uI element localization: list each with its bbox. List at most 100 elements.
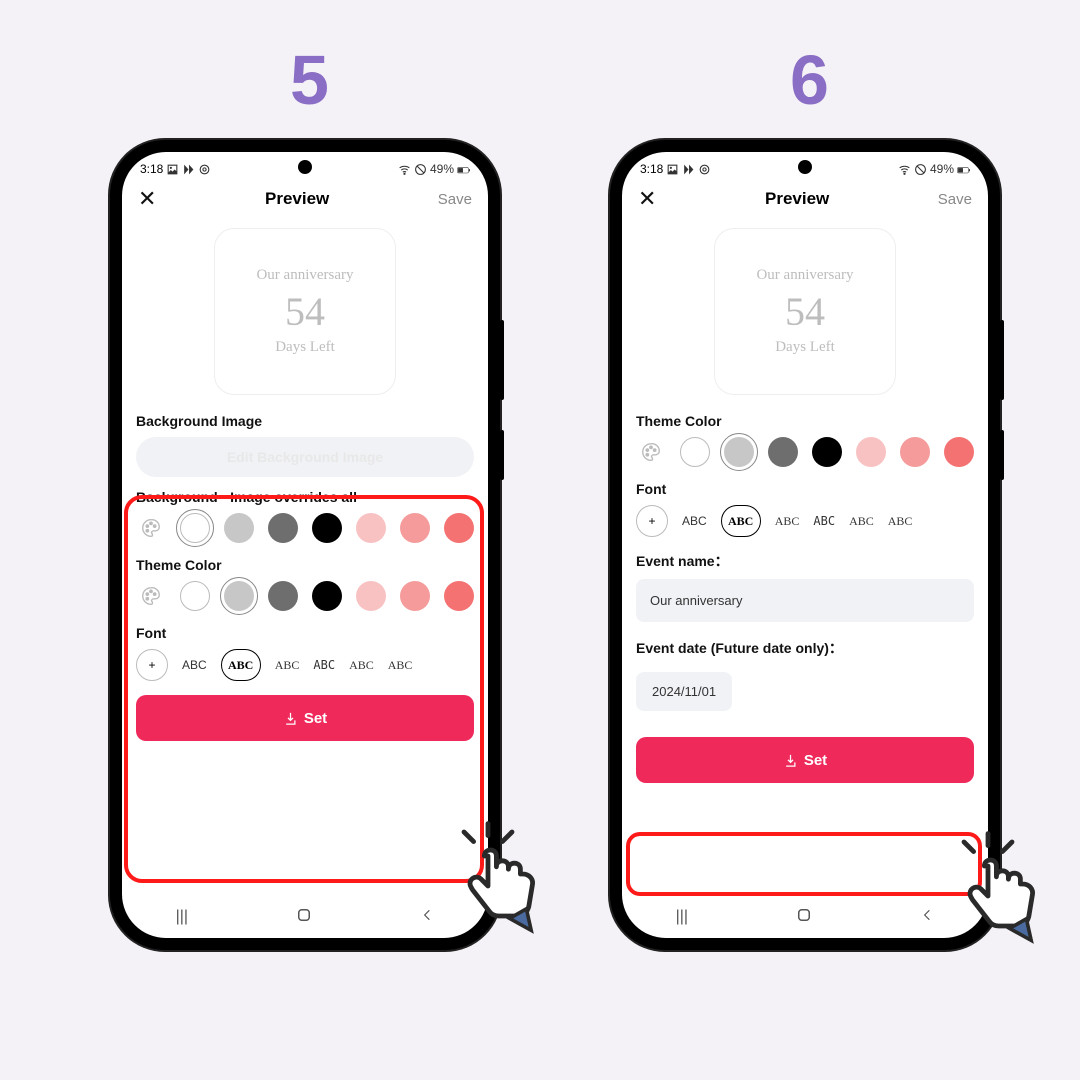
set-button[interactable]: Set — [636, 737, 974, 783]
palette-icon[interactable] — [636, 437, 666, 467]
label-theme-color: Theme Color — [636, 413, 974, 429]
font-option[interactable]: ABC — [182, 658, 207, 672]
font-row: + ABC ABC ABC ABC ABC ABC — [136, 649, 474, 681]
font-option[interactable]: ABC — [849, 514, 874, 529]
android-nav-bar: ||| — [622, 896, 988, 938]
label-font: Font — [136, 625, 474, 641]
label-event-date: Event date (Future date only)： — [636, 638, 974, 658]
widget-subtitle: Days Left — [275, 339, 335, 356]
download-icon — [783, 753, 798, 768]
font-option[interactable]: ABC — [313, 658, 335, 672]
font-option[interactable]: ABC — [275, 658, 300, 673]
step-number-6: 6 — [790, 40, 829, 120]
target-icon — [698, 163, 711, 176]
color-swatch[interactable] — [900, 437, 930, 467]
battery-icon — [957, 163, 970, 176]
event-date-input[interactable]: 2024/11/01 — [636, 672, 732, 711]
nav-recent-icon[interactable]: ||| — [176, 908, 188, 926]
status-time: 3:18 — [640, 162, 663, 176]
no-sim-icon — [914, 163, 927, 176]
font-option[interactable]: ABC — [813, 514, 835, 528]
widget-title: Our anniversary — [756, 267, 853, 284]
color-swatch[interactable] — [268, 581, 298, 611]
set-button-label: Set — [304, 710, 327, 727]
set-button-label: Set — [804, 752, 827, 769]
label-bg-image: Background Image — [136, 413, 474, 429]
color-swatch[interactable] — [856, 437, 886, 467]
color-swatch[interactable] — [268, 513, 298, 543]
status-time: 3:18 — [140, 162, 163, 176]
color-swatch[interactable] — [724, 437, 754, 467]
theme-swatch-row — [136, 581, 474, 611]
color-swatch[interactable] — [444, 513, 474, 543]
font-option[interactable]: ABC — [349, 658, 374, 673]
color-swatch[interactable] — [444, 581, 474, 611]
label-theme-color: Theme Color — [136, 557, 474, 573]
color-swatch[interactable] — [312, 513, 342, 543]
color-swatch[interactable] — [680, 437, 710, 467]
phone-5: 3:18 49% ✕ Preview Save — [110, 140, 500, 950]
widget-preview: Our anniversary 54 Days Left — [714, 228, 896, 395]
phone-camera — [798, 160, 812, 174]
close-icon[interactable]: ✕ — [638, 186, 656, 212]
color-swatch[interactable] — [356, 513, 386, 543]
battery-text: 49% — [930, 162, 954, 176]
font-option[interactable]: ABC — [221, 649, 261, 681]
font-option[interactable]: ABC — [888, 514, 913, 529]
save-button[interactable]: Save — [438, 191, 472, 208]
color-swatch[interactable] — [400, 513, 430, 543]
widget-count: 54 — [785, 288, 825, 335]
play-icon — [682, 163, 695, 176]
android-nav-bar: ||| — [122, 896, 488, 938]
edit-bg-image-button[interactable]: Edit Background Image — [136, 437, 474, 477]
wifi-icon — [398, 163, 411, 176]
font-option[interactable]: ABC — [388, 658, 413, 673]
nav-back-icon[interactable] — [920, 908, 934, 927]
battery-icon — [457, 163, 470, 176]
close-icon[interactable]: ✕ — [138, 186, 156, 212]
nav-recent-icon[interactable]: ||| — [676, 908, 688, 926]
nav-home-icon[interactable] — [795, 906, 813, 929]
font-option[interactable]: ABC — [775, 514, 800, 529]
color-swatch[interactable] — [944, 437, 974, 467]
save-button[interactable]: Save — [938, 191, 972, 208]
set-button[interactable]: Set — [136, 695, 474, 741]
label-font: Font — [636, 481, 974, 497]
download-icon — [283, 711, 298, 726]
image-icon — [166, 163, 179, 176]
font-option[interactable]: ABC — [682, 514, 707, 528]
label-bg-override: Background - Image overrides all — [136, 489, 474, 505]
color-swatch[interactable] — [224, 581, 254, 611]
color-swatch[interactable] — [312, 581, 342, 611]
battery-text: 49% — [430, 162, 454, 176]
event-name-input[interactable]: Our anniversary — [636, 579, 974, 622]
nav-home-icon[interactable] — [295, 906, 313, 929]
add-font-button[interactable]: + — [636, 505, 668, 537]
palette-icon[interactable] — [136, 513, 166, 543]
widget-title: Our anniversary — [256, 267, 353, 284]
widget-count: 54 — [285, 288, 325, 335]
palette-icon[interactable] — [136, 581, 166, 611]
font-row: + ABC ABC ABC ABC ABC ABC — [636, 505, 974, 537]
color-swatch[interactable] — [180, 581, 210, 611]
color-swatch[interactable] — [768, 437, 798, 467]
bg-swatch-row — [136, 513, 474, 543]
page-title: Preview — [265, 189, 329, 209]
color-swatch[interactable] — [224, 513, 254, 543]
widget-subtitle: Days Left — [775, 339, 835, 356]
widget-preview: Our anniversary 54 Days Left — [214, 228, 396, 395]
phone-camera — [298, 160, 312, 174]
phone-6: 3:18 49% ✕ Preview Save — [610, 140, 1000, 950]
nav-back-icon[interactable] — [420, 908, 434, 927]
font-option[interactable]: ABC — [721, 505, 761, 537]
image-icon — [666, 163, 679, 176]
theme-swatch-row — [636, 437, 974, 467]
label-event-name: Event name： — [636, 551, 974, 571]
no-sim-icon — [414, 163, 427, 176]
color-swatch[interactable] — [812, 437, 842, 467]
color-swatch[interactable] — [180, 513, 210, 543]
color-swatch[interactable] — [356, 581, 386, 611]
add-font-button[interactable]: + — [136, 649, 168, 681]
wifi-icon — [898, 163, 911, 176]
color-swatch[interactable] — [400, 581, 430, 611]
